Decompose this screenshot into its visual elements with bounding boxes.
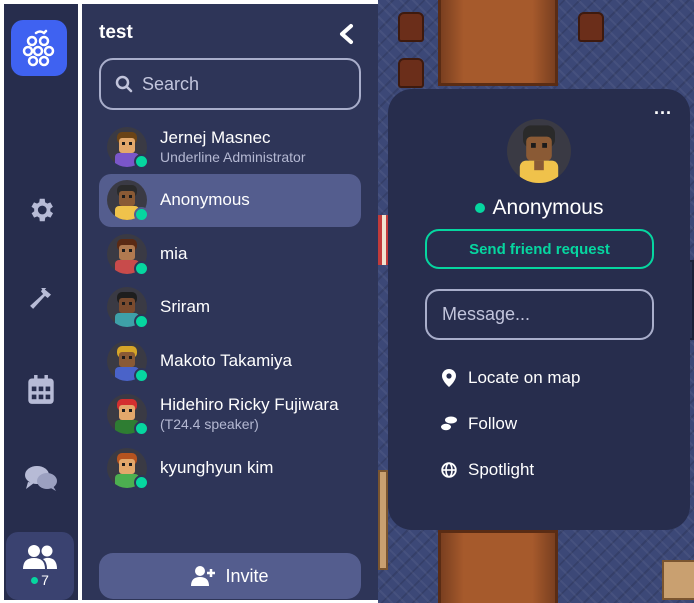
member-name: Jernej Masnec [160,127,271,147]
invite-button[interactable]: Invite [99,553,361,599]
online-status-dot [474,203,485,213]
map-table [438,530,558,603]
member-text: Anonymous [160,190,250,210]
left-rail: 7 [4,4,78,600]
member-name: kyunghyun kim [160,457,274,477]
map-chair [398,12,424,42]
message-input[interactable] [425,289,654,340]
online-status-dot [134,207,149,223]
member-text: Sriram [160,297,210,317]
member-row[interactable]: Anonymous [99,173,361,227]
map-wall [378,470,388,570]
member-name: mia [160,243,188,263]
spotlight-label: Spotlight [468,460,535,479]
member-avatar [107,287,149,330]
people-icon [23,545,57,569]
location-pin-icon [440,369,458,387]
member-row[interactable]: Makoto Takamiya [99,334,361,388]
app-logo[interactable] [11,20,67,76]
member-text: mia [160,244,187,264]
map-rug [378,215,388,265]
chevron-left-icon [340,24,353,44]
member-avatar [107,447,149,490]
footsteps-icon [440,415,458,433]
member-text: Makoto Takamiya [160,351,292,371]
ellipsis-icon: ... [654,98,673,118]
member-row[interactable]: mia [99,227,361,281]
profile-card: ... Anonymous Send friend request Locate… [388,89,690,530]
online-status-dot [134,474,149,490]
member-text: Jernej Masnec Underline Administrator [160,128,306,166]
member-row[interactable]: Hidehiro Ricky Fujiwara (T24.4 speaker) [99,388,361,442]
member-text: kyunghyun kim [160,458,273,478]
rail-settings-button[interactable] [4,190,78,230]
online-dot [31,576,39,584]
member-row[interactable]: kyunghyun kim [99,441,361,495]
rail-calendar-button[interactable] [4,370,78,410]
follow-button[interactable]: Follow [440,409,517,439]
profile-name-text: Anonymous [492,196,604,219]
member-avatar [107,126,149,169]
hammer-icon [30,288,51,309]
online-status-dot [134,314,149,330]
space-title: test [99,22,133,43]
member-row[interactable]: Sriram [99,281,361,335]
globe-icon [440,461,458,479]
rail-build-button[interactable] [4,280,78,320]
online-status-dot [134,367,149,383]
rail-chat-button[interactable] [4,458,78,498]
chat-icon [25,466,57,491]
map-chair [578,12,604,42]
member-row[interactable]: Jernej Masnec Underline Administrator [99,120,361,174]
member-subtitle: Underline Administrator [160,148,306,165]
map-wall [662,560,694,600]
members-panel: test Jernej Masnec Un [82,4,378,600]
member-text: Hidehiro Ricky Fujiwara (T24.4 speaker) [160,395,339,433]
avatar-icon [507,119,571,183]
online-status-dot [134,260,149,276]
member-avatar [107,180,149,223]
member-avatar [107,233,149,276]
follow-label: Follow [468,414,518,433]
map-chair [398,58,424,88]
spotlight-button[interactable]: Spotlight [440,455,534,485]
search-box[interactable] [99,58,361,110]
member-name: Makoto Takamiya [160,350,292,370]
member-subtitle: (T24.4 speaker) [160,416,259,433]
grapes-logo-icon [22,29,55,67]
search-icon [115,75,133,93]
member-name: Hidehiro Ricky Fujiwara [160,395,339,415]
profile-avatar [507,119,571,183]
invite-label: Invite [225,565,269,586]
gear-icon [31,198,54,222]
search-input[interactable] [142,73,342,95]
locate-on-map-button[interactable]: Locate on map [440,363,580,393]
participants-count: 7 [31,572,49,588]
member-name: Anonymous [160,190,250,210]
rail-participants-button[interactable]: 7 [6,532,74,600]
send-friend-request-button[interactable]: Send friend request [425,229,654,269]
add-person-icon [191,566,216,586]
map-table [438,0,558,86]
calendar-icon [28,375,54,404]
locate-on-map-label: Locate on map [468,368,581,387]
member-avatar [107,394,149,437]
profile-name: Anonymous [388,196,690,220]
member-name: Sriram [160,297,211,317]
member-list: Jernej Masnec Underline Administrator An… [99,120,361,495]
online-status-dot [134,421,149,437]
more-options-button[interactable]: ... [654,99,672,117]
collapse-panel-button[interactable] [334,22,358,46]
online-status-dot [134,153,149,169]
member-avatar [107,340,149,383]
